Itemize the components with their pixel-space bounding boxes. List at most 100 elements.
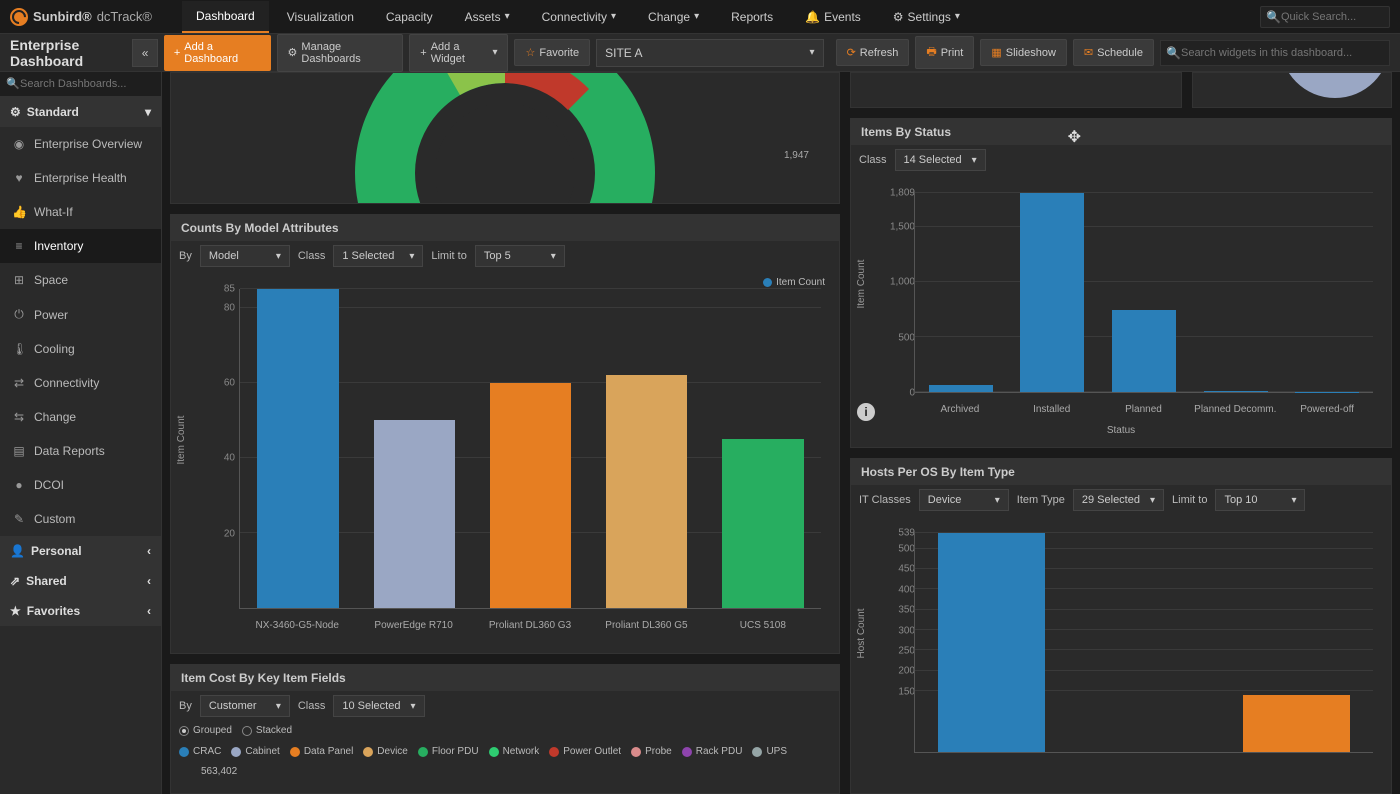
- bar[interactable]: [257, 289, 338, 608]
- grouped-radio[interactable]: Grouped: [179, 725, 232, 736]
- add-widget-button[interactable]: +Add a Widget▾: [409, 34, 508, 72]
- sidebar: 🔍 ⚙Standard ▾ ◉Enterprise Overview♥Enter…: [0, 72, 162, 794]
- sidebar-item-enterprise-overview[interactable]: ◉Enterprise Overview: [0, 127, 161, 161]
- legend-item[interactable]: Rack PDU: [682, 746, 743, 757]
- x-tick: UCS 5108: [705, 620, 821, 631]
- legend-item[interactable]: Data Panel: [290, 746, 353, 757]
- counts-chart: Item Count2040608085NX-3460-G5-NodePower…: [179, 279, 831, 639]
- legend-item[interactable]: Power Outlet: [549, 746, 621, 757]
- chevron-down-icon: ▾: [505, 11, 510, 22]
- legend-item[interactable]: Floor PDU: [418, 746, 479, 757]
- bar[interactable]: [1243, 695, 1350, 752]
- chevron-down-icon: ▾: [276, 701, 281, 712]
- favorite-button[interactable]: ☆Favorite: [514, 39, 590, 66]
- nav-capacity[interactable]: Capacity: [372, 1, 447, 33]
- nav-settings[interactable]: ⚙Settings▾: [879, 1, 974, 33]
- donut-chart: [325, 72, 685, 204]
- x-tick: Proliant DL360 G5: [588, 620, 704, 631]
- bar[interactable]: [374, 420, 455, 608]
- bar[interactable]: [722, 439, 803, 608]
- y-tick: 300: [898, 625, 915, 636]
- cost-class-select[interactable]: 10 Selected▾: [333, 695, 424, 717]
- sidebar-icon: ⊞: [12, 273, 26, 287]
- slideshow-button[interactable]: ▦Slideshow: [980, 39, 1067, 66]
- sidebar-item-custom[interactable]: ✎Custom: [0, 502, 161, 536]
- bar[interactable]: [490, 383, 571, 608]
- legend-item[interactable]: UPS: [752, 746, 787, 757]
- sidebar-item-what-if[interactable]: 👍What-If: [0, 195, 161, 229]
- star-icon: ★: [10, 604, 21, 618]
- bar[interactable]: [606, 375, 687, 608]
- sidebar-item-dcoi[interactable]: ●DCOI: [0, 468, 161, 502]
- legend-dot-icon: [489, 747, 499, 757]
- sidebar-section-personal[interactable]: 👤Personal ‹: [0, 536, 161, 566]
- cost-widget-title: Item Cost By Key Item Fields: [171, 665, 839, 691]
- bar[interactable]: [929, 385, 993, 392]
- site-select[interactable]: SITE A▾: [596, 39, 823, 67]
- dashboard-toolbar: Enterprise Dashboard « +Add a Dashboard …: [0, 34, 1400, 72]
- sidebar-item-space[interactable]: ⊞Space: [0, 263, 161, 297]
- x-tick: Planned Decomm.: [1189, 404, 1281, 415]
- sidebar-item-data-reports[interactable]: ▤Data Reports: [0, 434, 161, 468]
- info-icon[interactable]: i: [857, 403, 875, 421]
- legend-item[interactable]: CRAC: [179, 746, 221, 757]
- sidebar-item-cooling[interactable]: 🌡Cooling: [0, 332, 161, 366]
- y-tick: 150: [898, 686, 915, 697]
- nav-connectivity[interactable]: Connectivity▾: [528, 1, 630, 33]
- by-select[interactable]: Model▾: [200, 245, 290, 267]
- bar[interactable]: [1204, 391, 1268, 392]
- sidebar-section-shared[interactable]: ⇗Shared ‹: [0, 566, 161, 596]
- y-tick: 500: [898, 332, 915, 343]
- sidebar-icon: ⇆: [12, 410, 26, 424]
- nav-assets[interactable]: Assets▾: [451, 1, 524, 33]
- nav-change[interactable]: Change▾: [634, 1, 713, 33]
- sidebar-item-power[interactable]: ⏻Power: [0, 297, 161, 332]
- sidebar-search-input[interactable]: [0, 72, 161, 97]
- legend-item[interactable]: Cabinet: [231, 746, 279, 757]
- nav-events[interactable]: 🔔Events: [791, 1, 875, 33]
- sidebar-section-standard[interactable]: ⚙Standard ▾: [0, 97, 161, 127]
- sidebar-icon: ✎: [12, 512, 26, 526]
- hosts-chart: Host Count150200250300350400450500539: [859, 523, 1383, 783]
- sidebar-item-enterprise-health[interactable]: ♥Enterprise Health: [0, 161, 161, 195]
- status-class-select[interactable]: 14 Selected▾: [895, 149, 986, 171]
- gear-icon: ⚙: [288, 46, 298, 59]
- sidebar-item-change[interactable]: ⇆Change: [0, 400, 161, 434]
- hosts-type-select[interactable]: 29 Selected▾: [1073, 489, 1164, 511]
- stacked-radio[interactable]: Stacked: [242, 725, 292, 736]
- schedule-button[interactable]: ✉Schedule: [1073, 39, 1154, 66]
- bar[interactable]: [1112, 310, 1176, 393]
- bar[interactable]: [938, 533, 1045, 752]
- nav-visualization[interactable]: Visualization: [273, 1, 368, 33]
- widget-search-input[interactable]: [1160, 40, 1390, 66]
- refresh-button[interactable]: ⟳Refresh: [836, 39, 910, 66]
- page-title: Enterprise Dashboard: [10, 37, 118, 69]
- nav-dashboard[interactable]: Dashboard: [182, 1, 269, 33]
- sidebar-icon: ▤: [12, 444, 26, 458]
- limit-select[interactable]: Top 5▾: [475, 245, 565, 267]
- x-tick: Proliant DL360 G3: [472, 620, 588, 631]
- collapse-sidebar-button[interactable]: «: [132, 39, 157, 67]
- add-dashboard-button[interactable]: +Add a Dashboard: [164, 35, 271, 71]
- nav-reports[interactable]: Reports: [717, 1, 787, 33]
- class-select[interactable]: 1 Selected▾: [333, 245, 423, 267]
- print-button[interactable]: 🖶Print: [915, 36, 974, 69]
- sidebar-item-inventory[interactable]: ≡Inventory: [0, 229, 161, 263]
- status-x-title: Status: [859, 423, 1383, 436]
- sidebar-item-connectivity[interactable]: ⇄Connectivity: [0, 366, 161, 400]
- manage-dashboards-button[interactable]: ⚙Manage Dashboards: [277, 34, 404, 72]
- legend-item[interactable]: Probe: [631, 746, 672, 757]
- chevron-down-icon: ▾: [611, 11, 616, 22]
- counts-widget-title: Counts By Model Attributes: [171, 215, 839, 241]
- y-tick: 1,000: [890, 277, 915, 288]
- sidebar-section-favorites[interactable]: ★Favorites ‹: [0, 596, 161, 626]
- bar[interactable]: [1020, 193, 1084, 392]
- hosts-limit-select[interactable]: Top 10▾: [1215, 489, 1305, 511]
- legend-item[interactable]: Device: [363, 746, 408, 757]
- hosts-it-select[interactable]: Device▾: [919, 489, 1009, 511]
- star-icon: ☆: [525, 46, 535, 59]
- donut-widget: 1,947: [170, 72, 840, 204]
- y-tick: 60: [224, 378, 235, 389]
- cost-by-select[interactable]: Customer▾: [200, 695, 290, 717]
- legend-item[interactable]: Network: [489, 746, 540, 757]
